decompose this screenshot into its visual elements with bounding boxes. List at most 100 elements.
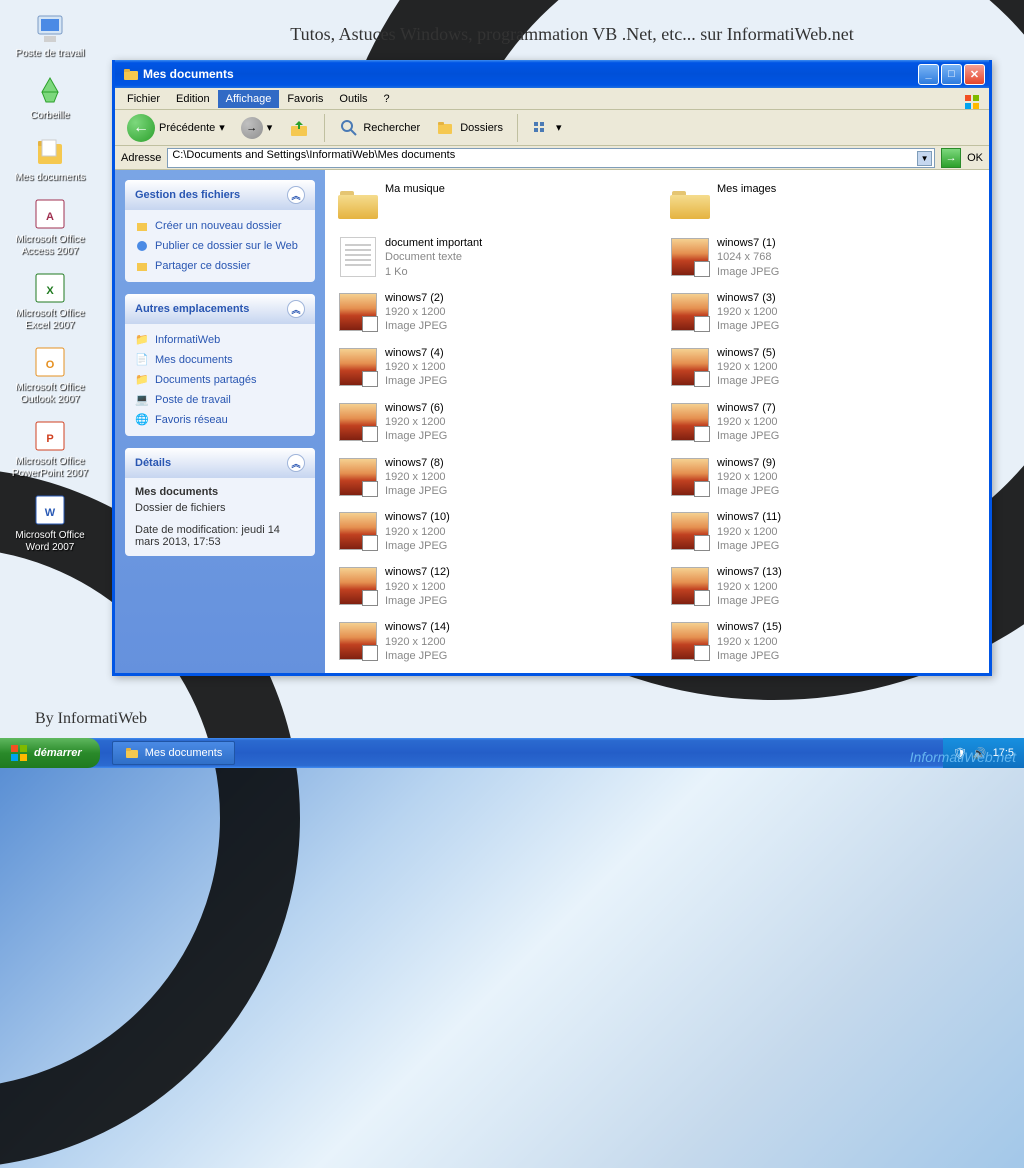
file-name: winows7 (14)	[385, 620, 450, 634]
desktop-icon-computer[interactable]: Poste de travail	[10, 10, 90, 60]
desktop-icon-outlook[interactable]: O Microsoft Office Outlook 2007	[10, 344, 90, 406]
file-name: winows7 (6)	[385, 401, 447, 415]
other-places-panel: Autres emplacements ︽ 📁InformatiWeb📄Mes …	[125, 294, 315, 436]
menu-?[interactable]: ?	[376, 90, 398, 108]
desktop-icon-recycle[interactable]: Corbeille	[10, 72, 90, 122]
task-link[interactable]: Partager ce dossier	[135, 256, 305, 276]
panel-header[interactable]: Détails ︽	[125, 448, 315, 478]
collapse-icon[interactable]: ︽	[287, 186, 305, 204]
panel-title: Gestion des fichiers	[135, 189, 240, 201]
place-link[interactable]: 📁InformatiWeb	[135, 330, 305, 350]
start-label: démarrer	[34, 747, 82, 759]
maximize-button[interactable]: □	[941, 64, 962, 85]
menu-outils[interactable]: Outils	[331, 90, 375, 108]
file-name: Mes images	[717, 182, 776, 196]
task-link[interactable]: Créer un nouveau dossier	[135, 216, 305, 236]
place-link[interactable]: 📄Mes documents	[135, 350, 305, 370]
collapse-icon[interactable]: ︽	[287, 300, 305, 318]
close-button[interactable]: ✕	[964, 64, 985, 85]
file-item[interactable]: winows7 (9) 1920 x 1200Image JPEG	[667, 454, 979, 501]
details-name: Mes documents	[135, 486, 218, 498]
file-item[interactable]: winows7 (5) 1920 x 1200Image JPEG	[667, 344, 979, 391]
file-item[interactable]: winows7 (8) 1920 x 1200Image JPEG	[335, 454, 647, 501]
file-item[interactable]: winows7 (11) 1920 x 1200Image JPEG	[667, 508, 979, 555]
file-meta: Image JPEG	[385, 484, 447, 498]
menubar: FichierEditionAffichageFavorisOutils?	[115, 88, 989, 110]
back-button[interactable]: ← Précédente ▾	[121, 110, 231, 146]
file-item[interactable]: winows7 (14) 1920 x 1200Image JPEG	[335, 618, 647, 665]
menu-affichage[interactable]: Affichage	[218, 90, 280, 108]
file-item[interactable]: winows7 (4) 1920 x 1200Image JPEG	[335, 344, 647, 391]
file-meta: 1 Ko	[385, 265, 482, 279]
task-icon	[135, 219, 149, 233]
minimize-button[interactable]: _	[918, 64, 939, 85]
image-thumbnail-icon	[671, 512, 709, 550]
address-input[interactable]: C:\Documents and Settings\InformatiWeb\M…	[167, 148, 935, 168]
file-item[interactable]: winows7 (7) 1920 x 1200Image JPEG	[667, 399, 979, 446]
forward-button[interactable]: → ▾	[235, 113, 279, 143]
file-meta: Image JPEG	[385, 374, 447, 388]
start-button[interactable]: démarrer	[0, 738, 100, 768]
text-file-icon	[340, 237, 376, 277]
file-meta: 1920 x 1200	[385, 525, 450, 539]
file-item[interactable]: Ma musique	[335, 180, 647, 226]
views-button[interactable]: ▾	[526, 116, 568, 140]
file-item[interactable]: winows7 (6) 1920 x 1200Image JPEG	[335, 399, 647, 446]
desktop-icon-word[interactable]: W Microsoft Office Word 2007	[10, 492, 90, 554]
collapse-icon[interactable]: ︽	[287, 454, 305, 472]
file-item[interactable]: document important Document texte1 Ko	[335, 234, 647, 281]
folders-button[interactable]: Dossiers	[430, 114, 509, 142]
file-meta: 1920 x 1200	[717, 305, 779, 319]
desktop-icon-access[interactable]: A Microsoft Office Access 2007	[10, 196, 90, 258]
file-item[interactable]: winows7 (15) 1920 x 1200Image JPEG	[667, 618, 979, 665]
panel-header[interactable]: Autres emplacements ︽	[125, 294, 315, 324]
menu-favoris[interactable]: Favoris	[279, 90, 331, 108]
file-meta: Image JPEG	[717, 649, 782, 663]
desktop-icon-excel[interactable]: X Microsoft Office Excel 2007	[10, 270, 90, 332]
address-dropdown-icon[interactable]: ▼	[917, 151, 932, 166]
taskbar: démarrer Mes documents 🛡 🔊 17:5	[0, 738, 1024, 768]
place-link[interactable]: 📁Documents partagés	[135, 370, 305, 390]
file-item[interactable]: winows7 (13) 1920 x 1200Image JPEG	[667, 563, 979, 610]
address-bar: Adresse C:\Documents and Settings\Inform…	[115, 146, 989, 170]
desktop-icon-powerpoint[interactable]: P Microsoft Office PowerPoint 2007	[10, 418, 90, 480]
place-link[interactable]: 🌐Favoris réseau	[135, 410, 305, 430]
credit-text: By InformatiWeb	[35, 710, 147, 728]
desktop-icon-label: Microsoft Office Outlook 2007	[10, 382, 90, 406]
place-link[interactable]: 💻Poste de travail	[135, 390, 305, 410]
file-item[interactable]: Mes images	[667, 180, 979, 226]
file-item[interactable]: winows7 (12) 1920 x 1200Image JPEG	[335, 563, 647, 610]
menu-fichier[interactable]: Fichier	[119, 90, 168, 108]
file-meta: Image JPEG	[717, 374, 779, 388]
titlebar[interactable]: Mes documents _ □ ✕	[115, 60, 989, 88]
folder-icon	[125, 746, 139, 760]
folder-icon	[338, 187, 378, 219]
svg-text:X: X	[46, 285, 54, 297]
folder-icon	[123, 66, 139, 82]
panel-header[interactable]: Gestion des fichiers ︽	[125, 180, 315, 210]
go-button[interactable]: →	[941, 148, 961, 168]
menu-edition[interactable]: Edition	[168, 90, 218, 108]
up-button[interactable]	[282, 113, 316, 143]
desktop-icon-mydocs[interactable]: Mes documents	[10, 134, 90, 184]
taskbar-item[interactable]: Mes documents	[112, 741, 236, 765]
place-icon: 📄	[135, 353, 149, 367]
details-type: Dossier de fichiers	[135, 500, 305, 516]
details-panel: Détails ︽ Mes documents Dossier de fichi…	[125, 448, 315, 556]
file-item[interactable]: winows7 (3) 1920 x 1200Image JPEG	[667, 289, 979, 336]
dropdown-icon: ▾	[556, 121, 562, 134]
file-item[interactable]: winows7 (10) 1920 x 1200Image JPEG	[335, 508, 647, 555]
folder-icon	[670, 187, 710, 219]
file-meta: 1920 x 1200	[385, 305, 447, 319]
go-label: OK	[967, 152, 983, 164]
powerpoint-icon: P	[32, 418, 68, 454]
folder-up-icon	[288, 117, 310, 139]
search-button[interactable]: Rechercher	[333, 114, 426, 142]
file-item[interactable]: winows7 (1) 1024 x 768Image JPEG	[667, 234, 979, 281]
place-icon: 📁	[135, 373, 149, 387]
file-item[interactable]: winows7 (2) 1920 x 1200Image JPEG	[335, 289, 647, 336]
outlook-icon: O	[32, 344, 68, 380]
file-name: winows7 (15)	[717, 620, 782, 634]
task-link[interactable]: Publier ce dossier sur le Web	[135, 236, 305, 256]
file-meta: 1920 x 1200	[717, 415, 779, 429]
